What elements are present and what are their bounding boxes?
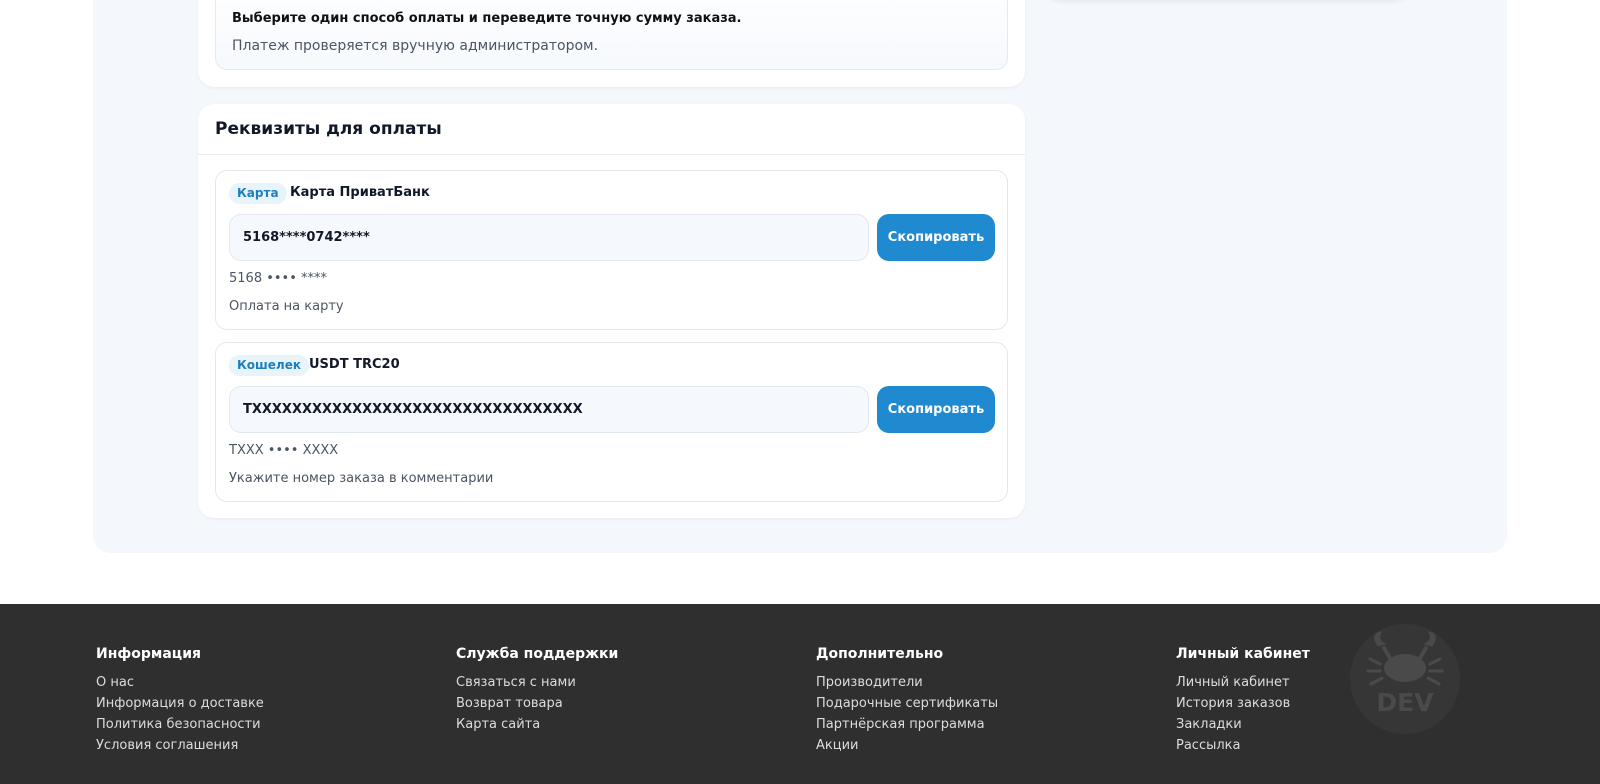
notice-title: Выберите один способ оплаты и переведите… (232, 11, 742, 26)
method-note: Укажите номер заказа в комментарии (229, 471, 494, 486)
footer-column-title: Дополнительно (816, 646, 944, 662)
footer-column-title: Информация (96, 646, 201, 662)
footer-column-support: Служба поддержки Связаться с нами Возвра… (456, 646, 618, 735)
footer-link-delivery[interactable]: Информация о доставке (96, 693, 264, 714)
copy-wallet-address-button[interactable]: Скопировать (877, 386, 995, 433)
payment-method-wallet: Кошелек USDT TRC20 TXXXXXXXXXXXXXXXXXXXX… (215, 342, 1008, 502)
card-number-field[interactable]: 5168****0742**** (229, 214, 869, 261)
requisites-header: Реквизиты для оплаты (198, 104, 1025, 155)
payment-notice-card: Выберите один способ оплаты и переведите… (198, 0, 1025, 87)
footer-link-returns[interactable]: Возврат товара (456, 693, 618, 714)
footer-column-title: Служба поддержки (456, 646, 619, 662)
footer-link-contact[interactable]: Связаться с нами (456, 672, 618, 693)
method-note: Оплата на карту (229, 299, 344, 314)
footer-link-about[interactable]: О нас (96, 672, 264, 693)
footer-column-account: Личный кабинет Личный кабинет История за… (1176, 646, 1310, 756)
dev-logo: DEV (1350, 624, 1460, 734)
footer-link-affiliate[interactable]: Партнёрская программа (816, 714, 998, 735)
footer-link-gift-certificates[interactable]: Подарочные сертификаты (816, 693, 998, 714)
wallet-address-field[interactable]: TXXXXXXXXXXXXXXXXXXXXXXXXXXXXXXXXX (229, 386, 869, 433)
payment-requisites-card: Реквизиты для оплаты Карта Карта ПриватБ… (198, 104, 1025, 518)
masked-card-number: 5168 •••• **** (229, 271, 328, 286)
footer-link-specials[interactable]: Акции (816, 735, 998, 756)
method-type-badge: Кошелек (229, 355, 310, 376)
requisites-title: Реквизиты для оплаты (215, 119, 442, 139)
dev-logo-text: DEV (1376, 688, 1434, 717)
payment-method-card: Карта Карта ПриватБанк 5168****0742**** … (215, 170, 1008, 330)
footer-column-extras: Дополнительно Производители Подарочные с… (816, 646, 998, 756)
crab-icon: DEV (1366, 631, 1444, 717)
footer-column-title: Личный кабинет (1176, 646, 1310, 662)
footer-link-order-history[interactable]: История заказов (1176, 693, 1310, 714)
payment-notice-box: Выберите один способ оплаты и переведите… (215, 0, 1008, 70)
footer-link-sitemap[interactable]: Карта сайта (456, 714, 618, 735)
method-name: USDT TRC20 (309, 357, 400, 372)
footer-link-newsletter[interactable]: Рассылка (1176, 735, 1310, 756)
footer-link-privacy[interactable]: Политика безопасности (96, 714, 264, 735)
footer-link-wishlist[interactable]: Закладки (1176, 714, 1310, 735)
method-name: Карта ПриватБанк (290, 185, 430, 200)
footer-column-info: Информация О нас Информация о доставке П… (96, 646, 264, 756)
footer-link-manufacturers[interactable]: Производители (816, 672, 998, 693)
site-footer: Информация О нас Информация о доставке П… (0, 604, 1600, 784)
footer-link-account[interactable]: Личный кабинет (1176, 672, 1310, 693)
method-type-badge: Карта (229, 183, 287, 204)
copy-card-number-button[interactable]: Скопировать (877, 214, 995, 261)
masked-wallet-address: TXXX •••• XXXX (229, 443, 339, 458)
notice-text: Платеж проверяется вручную администратор… (232, 38, 599, 54)
footer-link-terms[interactable]: Условия соглашения (96, 735, 264, 756)
